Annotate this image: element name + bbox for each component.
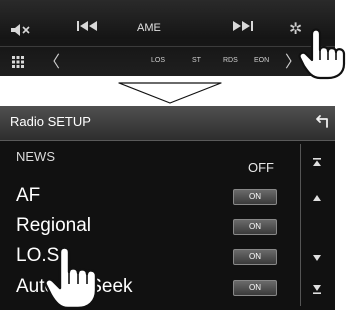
toggle-button[interactable]: ON xyxy=(233,249,277,265)
indicator-los: LOS xyxy=(151,57,166,64)
control-row-upper: AME ✲ xyxy=(0,14,335,42)
next-icon[interactable] xyxy=(231,20,255,36)
scroll-down-icon[interactable] xyxy=(312,254,322,265)
top-control-bar: AME ✲ 〈 LOS ST RDS EON 〉 xyxy=(0,0,335,76)
toggle-button[interactable]: ON xyxy=(233,189,277,205)
setting-label: AF xyxy=(16,185,41,206)
page-title: Radio SETUP xyxy=(10,114,91,129)
scroll-top-icon[interactable] xyxy=(312,158,322,171)
chevron-left-icon[interactable]: 〈 xyxy=(44,48,60,72)
list-item-regional[interactable]: Regional ON xyxy=(0,211,300,241)
scroll-up-icon[interactable] xyxy=(312,194,322,205)
list-item-af[interactable]: AF ON xyxy=(0,181,300,211)
indicator-eon: EON xyxy=(254,57,270,64)
toggle-button[interactable]: ON xyxy=(233,280,277,296)
scrollbar-divider xyxy=(300,144,301,306)
scroll-bottom-icon[interactable] xyxy=(312,284,322,297)
list-item-news[interactable]: NEWS OFF xyxy=(0,141,300,181)
down-arrow-icon xyxy=(118,82,222,108)
return-icon[interactable] xyxy=(314,113,328,133)
mute-icon[interactable] xyxy=(10,22,32,41)
hand-pointer-icon xyxy=(298,24,356,84)
screen-header: Radio SETUP xyxy=(0,106,335,141)
toggle-button[interactable]: ON xyxy=(233,219,277,235)
setting-label: NEWS xyxy=(16,149,55,164)
previous-icon[interactable] xyxy=(76,20,100,36)
indicator-rds: RDS xyxy=(223,57,238,64)
setting-label: Regional xyxy=(16,215,91,236)
source-label[interactable]: AME xyxy=(137,22,161,34)
control-row-lower: 〈 LOS ST RDS EON 〉 xyxy=(0,46,335,73)
setting-value: OFF xyxy=(248,160,274,175)
grid-icon[interactable] xyxy=(12,53,24,72)
hand-pointer-icon xyxy=(44,244,108,314)
indicator-st: ST xyxy=(192,57,201,64)
